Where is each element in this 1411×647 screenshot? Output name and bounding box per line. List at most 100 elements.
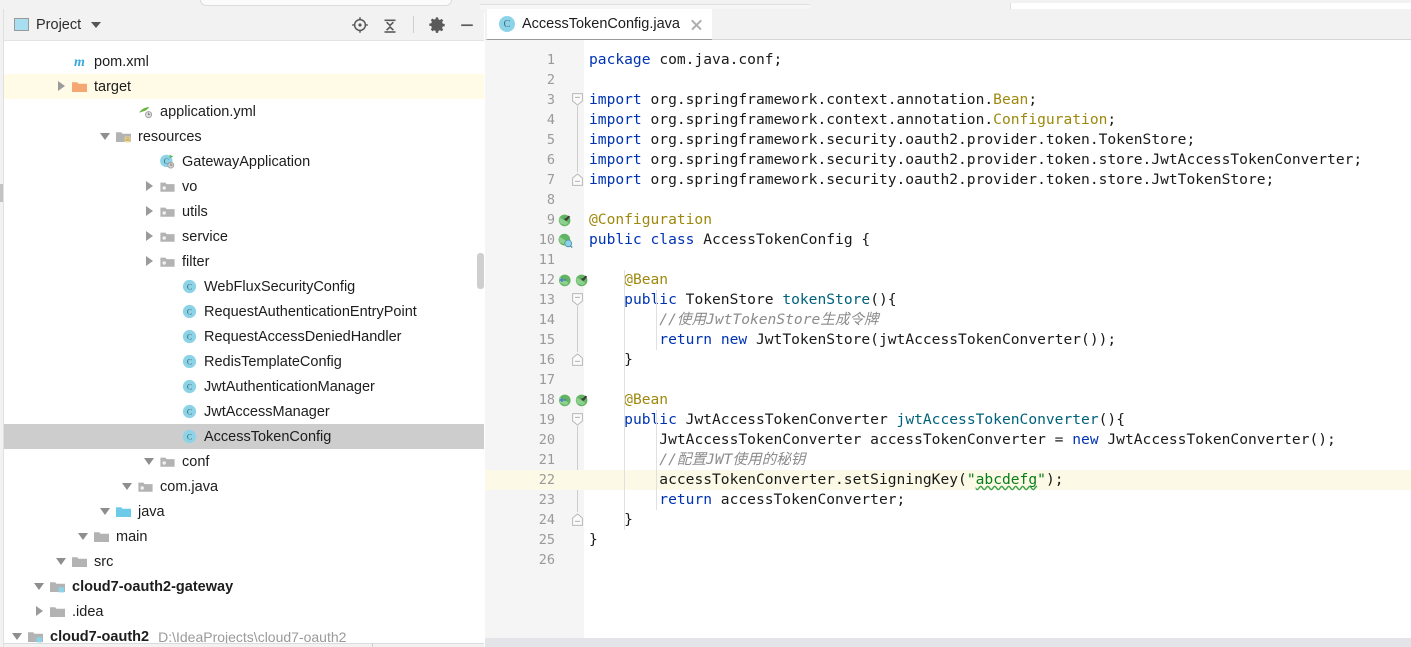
bean-check-icon[interactable] [574,392,590,408]
tree-node-target[interactable]: target [4,74,484,99]
tree-node-label: utils [182,203,208,220]
chevron-down-icon[interactable] [100,506,111,517]
tree-node-accesstokenconfig[interactable]: C AccessTokenConfig [4,424,484,449]
chevron-down-icon[interactable] [91,21,102,28]
tree-node-jwtaccessmanager[interactable]: C JwtAccessManager [4,399,484,424]
tree-node-service[interactable]: service [4,224,484,249]
minimize-icon[interactable] [458,16,476,34]
gear-icon[interactable] [428,16,446,34]
project-view-selector[interactable]: Project [14,17,102,33]
chevron-down-icon[interactable] [78,531,89,542]
tree-node-label: application.yml [160,103,256,120]
tree-node-pom-xml[interactable]: m pom.xml [4,49,484,74]
tree-node-label: pom.xml [94,53,149,70]
tree-node-utils[interactable]: utils [4,199,484,224]
code-line-5[interactable]: 5 import org.springframework.security.oau… [485,130,1411,150]
tree-node-cloud7-oauth2-gateway[interactable]: cloud7-oauth2-gateway [4,574,484,599]
indent-guide [656,410,657,510]
bean-check-icon[interactable] [557,212,573,228]
tree-node-conf[interactable]: conf [4,449,484,474]
chevron-down-icon[interactable] [100,131,111,142]
chevron-down-icon[interactable] [12,631,23,642]
line-number: 6 [546,152,555,168]
tree-node-redistemplateconfig[interactable]: C RedisTemplateConfig [4,349,484,374]
tree-node-java[interactable]: java [4,499,484,524]
tree-node-requestauthenticationentrypoint[interactable]: C RequestAuthenticationEntryPoint [4,299,484,324]
chevron-right-icon[interactable] [144,181,155,192]
chevron-down-icon[interactable] [122,481,133,492]
package-icon [159,453,176,470]
chevron-right-icon[interactable] [56,81,67,92]
java-class-icon: C [181,303,198,320]
line-number: 4 [546,112,555,128]
code-line-10[interactable]: 10 public class AccessTokenConfig { [485,230,1411,250]
tree-node-label: cloud7-oauth2-gateway [72,578,234,595]
code-line-1[interactable]: 1 package com.java.conf; [485,50,1411,70]
code-line-7[interactable]: 7 import org.springframework.security.oau… [485,170,1411,190]
code-text: } [624,351,633,368]
tree-node-application-yml[interactable]: application.yml [4,99,484,124]
chevron-down-icon[interactable] [56,556,67,567]
line-number: 10 [538,232,555,248]
tree-node-filter[interactable]: filter [4,249,484,274]
tree-node-resources[interactable]: resources [4,124,484,149]
resources-folder-icon [115,128,132,145]
code-line-4[interactable]: 4 import org.springframework.context.anno… [485,110,1411,130]
tree-node-label: service [182,228,228,245]
chevron-right-icon[interactable] [144,256,155,267]
line-number: 23 [538,492,555,508]
tree-node-jwtauthenticationmanager[interactable]: C JwtAuthenticationManager [4,374,484,399]
bean-arrow-icon[interactable] [557,392,573,408]
locate-icon[interactable] [351,16,369,34]
java-class-icon: C [181,403,198,420]
tree-node-webfluxsecurityconfig[interactable]: C WebFluxSecurityConfig [4,274,484,299]
chevron-right-icon[interactable] [144,206,155,217]
project-tree-scrollbar[interactable] [477,253,484,289]
tree-node-label: vo [182,178,198,195]
tree-node-com-java[interactable]: com.java [4,474,484,499]
code-text: public class AccessTokenConfig { [589,231,871,248]
close-icon[interactable] [690,18,703,31]
code-editor[interactable]: 1 package com.java.conf; 2 3 import org.spri… [485,40,1411,647]
tree-node-gatewayapplication[interactable]: C GatewayApplication [4,149,484,174]
code-line-3[interactable]: 3 import org.springframework.context.anno… [485,90,1411,110]
tree-node-vo[interactable]: vo [4,174,484,199]
tree-node-label: RequestAccessDeniedHandler [204,328,402,345]
indent-guide [624,270,625,530]
code-text: return new JwtTokenStore(jwtAccessTokenC… [659,331,1117,348]
tree-node-src[interactable]: src [4,549,484,574]
editor-hscrollbar-thumb[interactable] [485,638,1411,647]
chevron-right-icon[interactable] [34,606,45,617]
tree-node-label: src [94,553,114,570]
project-tree[interactable]: m pom.xml target application.yml resources C G… [4,49,484,647]
code-line-8[interactable]: 8 [485,190,1411,210]
editor-tab-label: AccessTokenConfig.java [522,16,680,32]
tree-node--idea[interactable]: .idea [4,599,484,624]
chevron-right-icon[interactable] [144,231,155,242]
code-line-6[interactable]: 6 import org.springframework.security.oau… [485,150,1411,170]
tree-node-label: RedisTemplateConfig [204,353,342,370]
chevron-down-icon[interactable] [34,581,45,592]
code-line-25[interactable]: 25} [485,530,1411,550]
bean-check-icon[interactable] [574,272,590,288]
spring-bean-icon[interactable] [557,232,573,248]
tree-node-requestaccessdeniedhandler[interactable]: C RequestAccessDeniedHandler [4,324,484,349]
chevron-down-icon[interactable] [144,456,155,467]
tree-node-label: target [94,78,132,95]
code-text: import org.springframework.security.oaut… [589,131,1196,148]
code-text: //配置JWT使用的秘钥 [659,451,806,468]
code-text: accessTokenConverter.setSigningKey("abcd… [659,471,1064,488]
code-line-2[interactable]: 2 [485,70,1411,90]
code-line-11[interactable]: 11 [485,250,1411,270]
collapse-all-icon[interactable] [381,16,399,34]
tree-node-main[interactable]: main [4,524,484,549]
editor-tab-accesstokenconfig[interactable]: C AccessTokenConfig.java [487,9,712,41]
editor-hscrollbar-track[interactable] [485,638,1411,647]
bean-arrow-icon[interactable] [557,272,573,288]
code-line-9[interactable]: 9 @Configuration [485,210,1411,230]
code-line-26[interactable]: 26 [485,550,1411,570]
